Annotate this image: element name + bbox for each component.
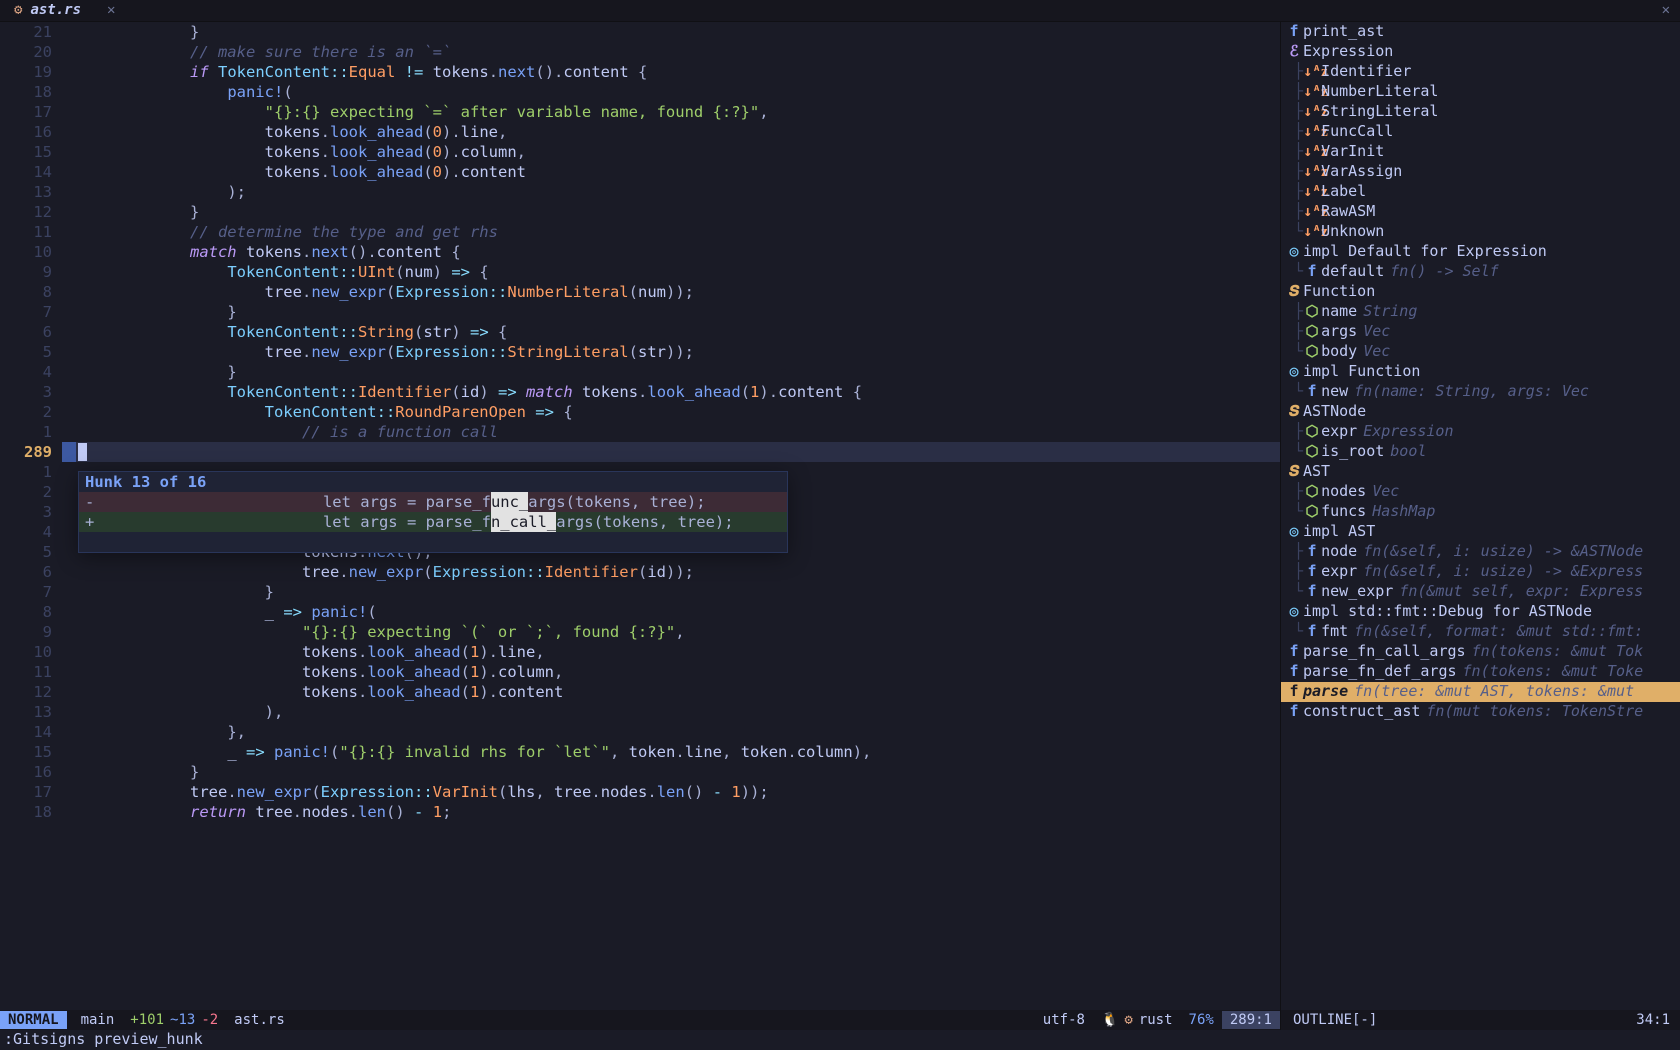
outline-item[interactable]: f parsefn(tree: &mut AST, tokens: &mut	[1281, 682, 1680, 702]
encoding: utf-8	[1035, 1011, 1093, 1029]
code-line[interactable]: 21 }	[0, 22, 1280, 42]
outline-item[interactable]: ├⬡ argsVec	[1281, 322, 1680, 342]
filetype-icon: ⚙	[1124, 1011, 1132, 1029]
outline-item[interactable]: ├⬡ nodesVec	[1281, 482, 1680, 502]
code-line[interactable]: 19 if TokenContent::Equal != tokens.next…	[0, 62, 1280, 82]
code-line[interactable]: 17 "{}:{} expecting `=` after variable n…	[0, 102, 1280, 122]
code-line[interactable]: 9 TokenContent::UInt(num) => {	[0, 262, 1280, 282]
code-line[interactable]: 12 }	[0, 202, 1280, 222]
outline-item[interactable]: ℰ Expression	[1281, 42, 1680, 62]
code-line[interactable]: 9 "{}:{} expecting `(` or `;`, found {:?…	[0, 622, 1280, 642]
outline-item[interactable]: ├f exprfn(&self, i: usize) -> &Express	[1281, 562, 1680, 582]
outline-item[interactable]: ◎ impl Default for Expression	[1281, 242, 1680, 262]
outline-item[interactable]: └↓ᴬᴢ Unknown	[1281, 222, 1680, 242]
code-line[interactable]: 7 }	[0, 582, 1280, 602]
os-icon: 🐧	[1101, 1011, 1118, 1029]
scroll-percent: 76%	[1181, 1011, 1222, 1029]
code-line[interactable]: 289	[0, 442, 1280, 462]
code-line[interactable]: 6 tree.new_expr(Expression::Identifier(i…	[0, 562, 1280, 582]
outline-item[interactable]: f parse_fn_def_argsfn(tokens: &mut Toke	[1281, 662, 1680, 682]
outline-item[interactable]: ├↓ᴬᴢ FuncCall	[1281, 122, 1680, 142]
outline-item[interactable]: ├↓ᴬᴢ NumberLiteral	[1281, 82, 1680, 102]
status-filename: ast.rs	[226, 1011, 293, 1029]
hunk-preview-float: Hunk 13 of 16 - let args = parse_func_ar…	[78, 471, 788, 553]
code-line[interactable]: 12 tokens.look_ahead(1).content	[0, 682, 1280, 702]
cursor-position: 289:1	[1222, 1011, 1280, 1029]
outline-item[interactable]: 𝑺 ASTNode	[1281, 402, 1680, 422]
outline-item[interactable]: └⬡ funcsHashMap	[1281, 502, 1680, 522]
outline-item[interactable]: 𝑺 Function	[1281, 282, 1680, 302]
outline-item[interactable]: ├↓ᴬᴢ StringLiteral	[1281, 102, 1680, 122]
code-line[interactable]: 2 TokenContent::RoundParenOpen => {	[0, 402, 1280, 422]
outline-item[interactable]: f construct_astfn(mut tokens: TokenStre	[1281, 702, 1680, 722]
outline-item[interactable]: └⬡ bodyVec	[1281, 342, 1680, 362]
hunk-added-line: + let args = parse_fn_call_args(tokens, …	[79, 512, 787, 532]
outline-item[interactable]: └f fmtfn(&self, format: &mut std::fmt:	[1281, 622, 1680, 642]
code-line[interactable]: 13 ),	[0, 702, 1280, 722]
outline-item[interactable]: ├↓ᴬᴢ VarInit	[1281, 142, 1680, 162]
outline-item[interactable]: └f new_exprfn(&mut self, expr: Express	[1281, 582, 1680, 602]
hunk-removed-line: - let args = parse_func_args(tokens, tre…	[79, 492, 787, 512]
outline-item[interactable]: ◎ impl AST	[1281, 522, 1680, 542]
outline-item[interactable]: ├↓ᴬᴢ VarAssign	[1281, 162, 1680, 182]
tab-ast-rs[interactable]: ⚙ ast.rs ✕	[4, 1, 125, 19]
app-root: ⚙ ast.rs ✕ ✕ 21 }20 // make sure there i…	[0, 0, 1680, 1050]
tab-close-icon[interactable]: ✕	[107, 1, 115, 19]
window-close-icon[interactable]: ✕	[1656, 1, 1676, 19]
outline-item[interactable]: └f newfn(name: String, args: Vec	[1281, 382, 1680, 402]
outline-item[interactable]: └f defaultfn() -> Self	[1281, 262, 1680, 282]
outline-pane[interactable]: f print_astℰ Expression ├↓ᴬᴢ Identifier …	[1280, 22, 1680, 1010]
code-line[interactable]: 5 tree.new_expr(Expression::StringLitera…	[0, 342, 1280, 362]
code-line[interactable]: 10 match tokens.next().content {	[0, 242, 1280, 262]
outline-item[interactable]: ├↓ᴬᴢ Label	[1281, 182, 1680, 202]
hunk-empty-line	[79, 532, 787, 552]
filetype: 🐧 ⚙ rust	[1093, 1011, 1181, 1029]
outline-item[interactable]: ├↓ᴬᴢ RawASM	[1281, 202, 1680, 222]
code-line[interactable]: 18 panic!(	[0, 82, 1280, 102]
outline-item[interactable]: └⬡ is_rootbool	[1281, 442, 1680, 462]
outline-item[interactable]: f parse_fn_call_argsfn(tokens: &mut Tok	[1281, 642, 1680, 662]
code-line[interactable]: 17 tree.new_expr(Expression::VarInit(lhs…	[0, 782, 1280, 802]
code-line[interactable]: 15 tokens.look_ahead(0).column,	[0, 142, 1280, 162]
tab-filename: ast.rs	[30, 1, 81, 19]
mode-indicator: NORMAL	[0, 1011, 67, 1029]
code-line[interactable]: 15 _ => panic!("{}:{} invalid rhs for `l…	[0, 742, 1280, 762]
editor-pane[interactable]: 21 }20 // make sure there is an `=`19 if…	[0, 22, 1280, 1010]
code-line[interactable]: 8 _ => panic!(	[0, 602, 1280, 622]
git-diff-stats: +101 ~13 -2	[122, 1011, 226, 1029]
rust-icon: ⚙	[14, 1, 22, 19]
outline-item[interactable]: ├↓ᴬᴢ Identifier	[1281, 62, 1680, 82]
hunk-title: Hunk 13 of 16	[85, 472, 206, 492]
outline-item[interactable]: ├⬡ nameString	[1281, 302, 1680, 322]
code-line[interactable]: 16 tokens.look_ahead(0).line,	[0, 122, 1280, 142]
code-line[interactable]: 11 // determine the type and get rhs	[0, 222, 1280, 242]
code-line[interactable]: 18 return tree.nodes.len() - 1;	[0, 802, 1280, 822]
code-line[interactable]: 16 }	[0, 762, 1280, 782]
command-line[interactable]: :Gitsigns preview_hunk	[0, 1030, 1680, 1050]
code-line[interactable]: 6 TokenContent::String(str) => {	[0, 322, 1280, 342]
code-line[interactable]: 13 );	[0, 182, 1280, 202]
outline-item[interactable]: ◎ impl std::fmt::Debug for ASTNode	[1281, 602, 1680, 622]
outline-position: 34:1	[1628, 1010, 1680, 1030]
statusline: NORMAL main +101 ~13 -2 ast.rs utf-8 🐧 ⚙…	[0, 1010, 1680, 1030]
main-area: 21 }20 // make sure there is an `=`19 if…	[0, 22, 1680, 1010]
outline-item[interactable]: ├f nodefn(&self, i: usize) -> &ASTNode	[1281, 542, 1680, 562]
code-line[interactable]: 3 TokenContent::Identifier(id) => match …	[0, 382, 1280, 402]
outline-item[interactable]: ◎ impl Function	[1281, 362, 1680, 382]
code-line[interactable]: 14 tokens.look_ahead(0).content	[0, 162, 1280, 182]
code-line[interactable]: 20 // make sure there is an `=`	[0, 42, 1280, 62]
code-line[interactable]: 1 // is a function call	[0, 422, 1280, 442]
outline-item[interactable]: ├⬡ exprExpression	[1281, 422, 1680, 442]
code-line[interactable]: 7 }	[0, 302, 1280, 322]
git-branch: main	[67, 1011, 123, 1029]
outline-item[interactable]: f print_ast	[1281, 22, 1680, 42]
code-line[interactable]: 14 },	[0, 722, 1280, 742]
tabline: ⚙ ast.rs ✕ ✕	[0, 0, 1680, 22]
code-line[interactable]: 8 tree.new_expr(Expression::NumberLitera…	[0, 282, 1280, 302]
code-line[interactable]: 10 tokens.look_ahead(1).line,	[0, 642, 1280, 662]
outline-title: OUTLINE[-]	[1281, 1010, 1385, 1030]
code-line[interactable]: 11 tokens.look_ahead(1).column,	[0, 662, 1280, 682]
outline-item[interactable]: 𝑺 AST	[1281, 462, 1680, 482]
code-line[interactable]: 4 }	[0, 362, 1280, 382]
